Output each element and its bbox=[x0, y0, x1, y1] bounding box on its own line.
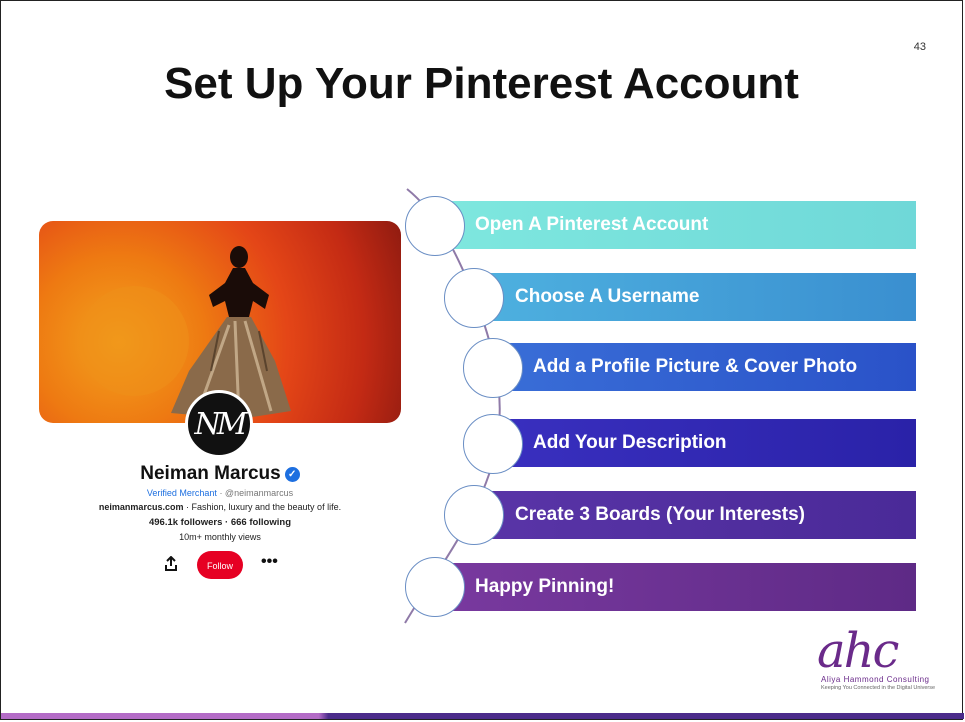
profile-avatar[interactable]: NM bbox=[185, 390, 253, 458]
step-3-label: Add a Profile Picture & Cover Photo bbox=[533, 356, 858, 377]
step-5-bar: Create 3 Boards (Your Interests) bbox=[459, 491, 916, 539]
slide-title: Set Up Your Pinterest Account bbox=[164, 59, 799, 108]
step-1-circle bbox=[405, 196, 465, 256]
step-5-label: Create 3 Boards (Your Interests) bbox=[515, 504, 806, 525]
logo-mark: ahc bbox=[817, 623, 899, 679]
profile-handle: · @neimanmarcus bbox=[219, 488, 294, 498]
follow-button[interactable]: Follow bbox=[197, 551, 243, 579]
profile-description-line: neimanmarcus.com · Fashion, luxury and t… bbox=[39, 502, 401, 512]
profile-handle-line: Verified Merchant · @neimanmarcus bbox=[39, 488, 401, 498]
profile-actions: Follow ••• bbox=[39, 551, 401, 579]
company-logo: ahc Aliya Hammond Consulting Keeping You… bbox=[807, 621, 947, 696]
step-4-label: Add Your Description bbox=[533, 432, 727, 453]
timeline-curve bbox=[404, 188, 501, 624]
step-1-bar: Open A Pinterest Account bbox=[419, 201, 916, 249]
verified-check-icon: ✓ bbox=[284, 467, 300, 482]
profile-stats[interactable]: 496.1k followers · 666 following bbox=[39, 517, 401, 528]
profile-website-link[interactable]: neimanmarcus.com bbox=[99, 502, 184, 512]
step-1-label: Open A Pinterest Account bbox=[475, 214, 709, 235]
step-3-circle bbox=[463, 338, 523, 398]
step-6-circle bbox=[405, 557, 465, 617]
page-number: 43 bbox=[913, 41, 926, 53]
step-2-bar: Choose A Username bbox=[459, 273, 916, 321]
profile-name-text: Neiman Marcus bbox=[140, 463, 281, 484]
bottom-accent-bar bbox=[1, 713, 964, 719]
step-6-bar: Happy Pinning! bbox=[419, 563, 916, 611]
logo-tagline: Keeping You Connected in the Digital Uni… bbox=[821, 685, 936, 691]
share-icon[interactable] bbox=[163, 555, 179, 574]
profile-monthly-views: 10m+ monthly views bbox=[179, 532, 261, 542]
step-3-bar: Add a Profile Picture & Cover Photo bbox=[479, 343, 916, 391]
step-2-label: Choose A Username bbox=[515, 286, 700, 307]
slide: 43 Set Up Your Pinterest Account NM Neim… bbox=[0, 0, 964, 720]
step-4-circle bbox=[463, 414, 523, 474]
profile-name: Neiman Marcus ✓ bbox=[39, 463, 401, 485]
verified-merchant-label[interactable]: Verified Merchant bbox=[147, 488, 217, 498]
step-6-label: Happy Pinning! bbox=[475, 576, 615, 597]
step-5-circle bbox=[444, 485, 504, 545]
step-4-bar: Add Your Description bbox=[479, 419, 916, 467]
logo-name: Aliya Hammond Consulting bbox=[821, 675, 930, 684]
profile-description: · Fashion, luxury and the beauty of life… bbox=[185, 502, 342, 512]
step-2-circle bbox=[444, 268, 504, 328]
more-options-icon[interactable]: ••• bbox=[261, 553, 278, 571]
